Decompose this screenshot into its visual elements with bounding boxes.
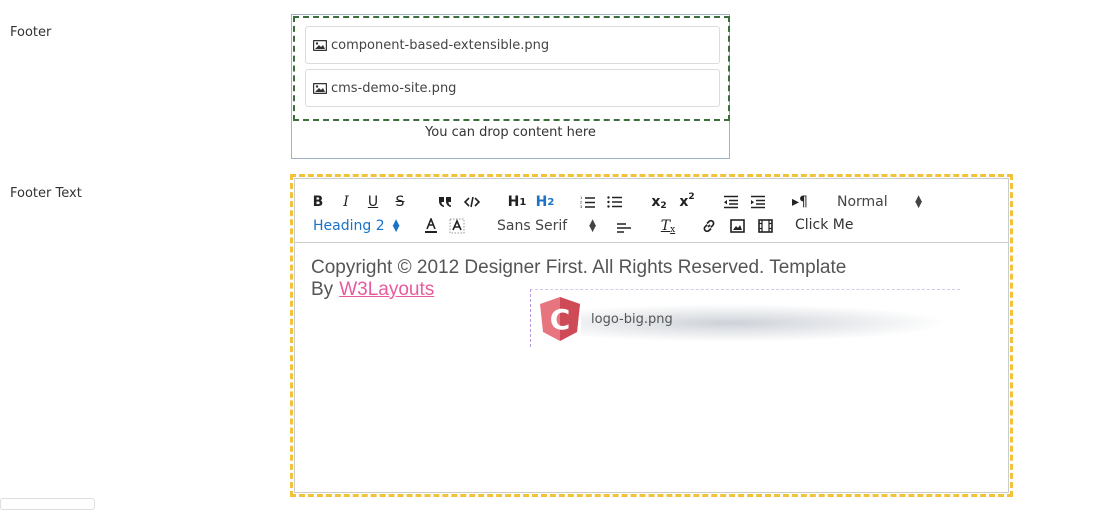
click-me-label: Click Me [795, 217, 854, 233]
header-picker-label: Heading 2 [313, 218, 385, 234]
footer-text-label: Footer Text [10, 186, 82, 201]
heading-1-icon[interactable]: H1 [507, 193, 527, 211]
footer-text-editor: B I U S H1 H2 123 x2 x2 ▸¶ Normal ▲ ▼ Head… [290, 174, 1013, 497]
drop-hint: You can drop content here [425, 125, 596, 140]
clear-format-icon[interactable]: Tx [659, 217, 677, 235]
font-picker-label: Sans Serif [497, 218, 568, 234]
file-name: cms-demo-site.png [331, 80, 457, 96]
footer-dropzone[interactable]: component-based-extensible.png cms-demo-… [291, 14, 730, 159]
ghost-file-name: logo-big.png [591, 312, 673, 327]
text-direction-icon[interactable]: ▸¶ [792, 193, 808, 211]
outdent-icon[interactable] [723, 193, 739, 211]
angular-logo-icon: C [540, 297, 580, 341]
strike-button[interactable]: S [393, 193, 407, 211]
image-icon [313, 39, 327, 51]
underline-button[interactable]: U [366, 193, 380, 211]
header-picker[interactable]: Heading 2 ▲ ▼ [313, 217, 400, 235]
indent-icon[interactable] [750, 193, 766, 211]
drag-ghost: C logo-big.png [530, 289, 960, 347]
file-item[interactable]: cms-demo-site.png [305, 69, 720, 107]
editor-toolbar: B I U S H1 H2 123 x2 x2 ▸¶ Normal ▲ ▼ Head… [295, 179, 1008, 243]
size-picker[interactable]: Normal ▲ ▼ [837, 193, 922, 211]
italic-button[interactable]: I [339, 193, 353, 211]
picker-arrows-icon: ▲ ▼ [915, 194, 922, 210]
font-picker[interactable]: Sans Serif ▲ ▼ [497, 217, 596, 235]
code-block-icon[interactable] [463, 193, 481, 211]
heading-2-icon[interactable]: H2 [535, 193, 555, 211]
picker-arrows-icon: ▲ ▼ [589, 218, 597, 234]
bold-button[interactable]: B [311, 193, 325, 211]
bullet-list-icon[interactable] [607, 193, 623, 211]
text-color-icon[interactable] [423, 217, 439, 235]
w3layouts-link[interactable]: W3Layouts [339, 279, 434, 300]
superscript-icon[interactable]: x2 [678, 192, 696, 211]
status-tag [0, 498, 95, 510]
svg-text:3: 3 [580, 204, 583, 209]
image-icon [313, 82, 327, 94]
ordered-list-icon[interactable]: 123 [580, 193, 596, 211]
background-color-icon[interactable] [449, 217, 465, 235]
link-icon[interactable] [701, 217, 717, 235]
file-name: component-based-extensible.png [331, 37, 550, 53]
dropzone-highlight: component-based-extensible.png cms-demo-… [293, 16, 730, 121]
file-item[interactable]: component-based-extensible.png [305, 26, 720, 64]
svg-text:C: C [550, 303, 571, 336]
video-icon[interactable] [757, 217, 773, 235]
subscript-icon[interactable]: x2 [650, 193, 668, 211]
footer-label: Footer [10, 25, 52, 40]
size-picker-label: Normal [837, 194, 888, 210]
blockquote-icon[interactable] [437, 193, 453, 211]
click-me-button[interactable]: Click Me [795, 216, 854, 234]
picker-arrows-icon: ▲ ▼ [392, 218, 400, 234]
image-icon[interactable] [729, 217, 745, 235]
align-icon[interactable] [616, 218, 632, 236]
